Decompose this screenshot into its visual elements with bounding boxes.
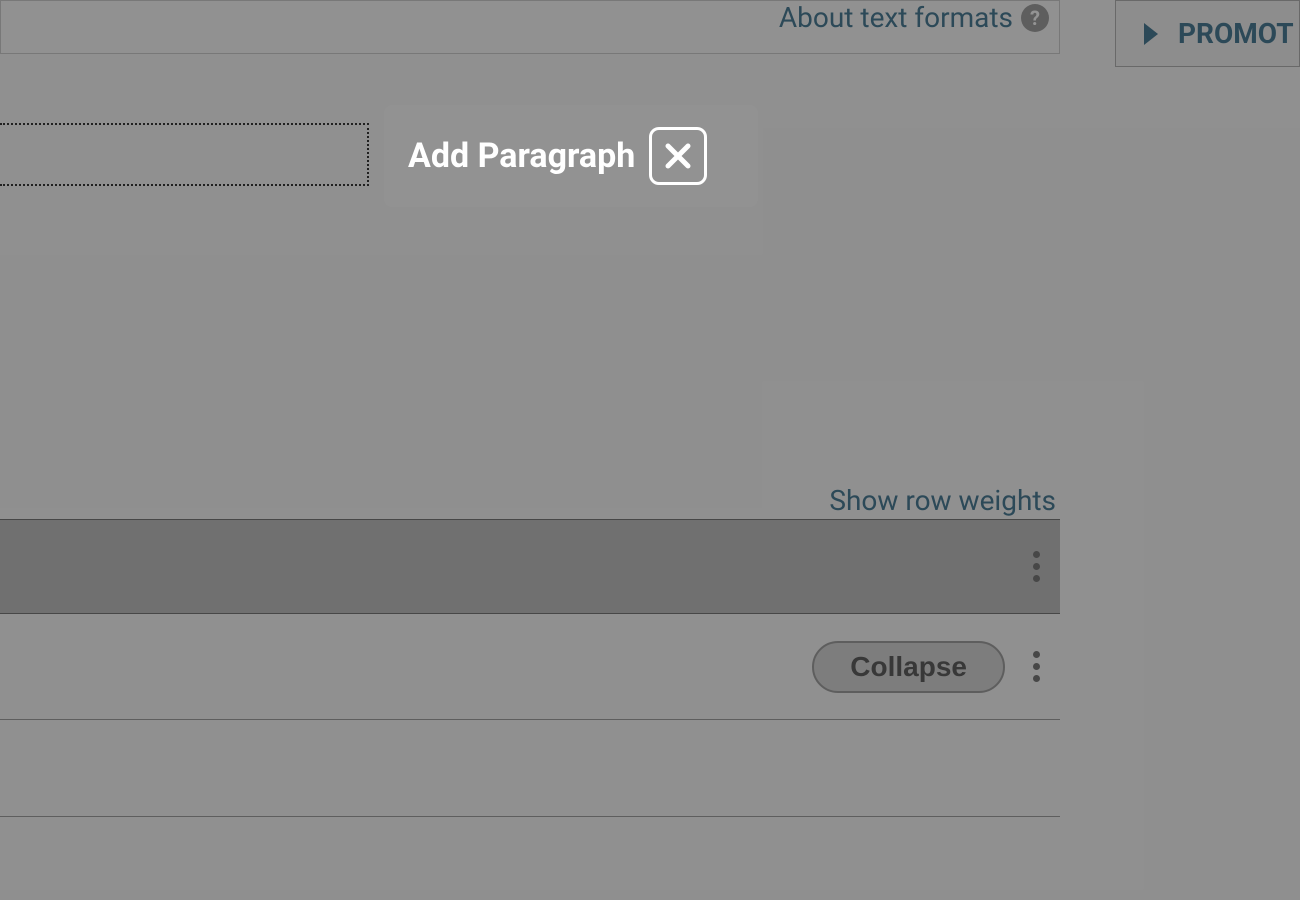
close-button[interactable] (649, 127, 707, 185)
add-paragraph-dialog: Add Paragraph (384, 105, 758, 207)
close-icon (663, 141, 693, 171)
dialog-title: Add Paragraph (408, 136, 635, 176)
